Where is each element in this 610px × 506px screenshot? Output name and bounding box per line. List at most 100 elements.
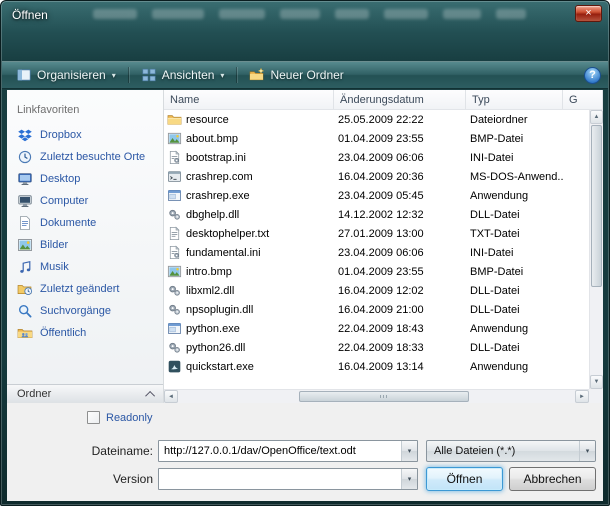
toolbar-neuer-ordner-button[interactable]: Neuer Ordner <box>242 64 350 86</box>
searches-icon <box>17 303 33 319</box>
column-header-name[interactable]: Name <box>164 90 334 109</box>
sidebar-item-zuletzt-geandert[interactable]: Zuletzt geändert <box>7 278 163 300</box>
file-row-resource[interactable]: resource25.05.2009 22:22Dateiordner <box>164 110 589 129</box>
file-row-desktophelper-txt[interactable]: desktophelper.txt27.01.2009 13:00TXT-Dat… <box>164 224 589 243</box>
dos-icon <box>167 169 182 184</box>
file-row-dbghelp-dll[interactable]: dbghelp.dll14.12.2002 12:32DLL-Datei <box>164 205 589 224</box>
file-row-crashrep-exe[interactable]: crashrep.exe23.04.2009 05:45Anwendung <box>164 186 589 205</box>
image-icon <box>167 131 182 146</box>
scroll-up-button[interactable]: ▲ <box>590 110 603 124</box>
aero-glass-reflections <box>93 9 526 19</box>
toolbar-items: Organisieren▾ Ansichten▾ Neuer Ordner <box>9 64 351 86</box>
open-file-dialog: Öffnen × ← → « OpenOffice.org 3▸program▸… <box>0 0 610 506</box>
close-button[interactable]: × <box>575 5 602 22</box>
sidebar-item-dokumente[interactable]: Dokumente <box>7 212 163 234</box>
chevron-up-icon <box>145 390 155 400</box>
app-icon <box>167 321 182 336</box>
toolbar-ansichten-button[interactable]: Ansichten▾ <box>134 64 232 86</box>
dll-icon <box>167 207 182 222</box>
scroll-up-icon: ▲ <box>594 114 600 120</box>
file-row-python26-dll[interactable]: python26.dll22.04.2009 18:33DLL-Datei <box>164 338 589 357</box>
readonly-checkbox[interactable] <box>87 411 100 424</box>
horizontal-scrollbar-thumb[interactable] <box>299 391 469 402</box>
scrollbar-corner <box>589 389 603 403</box>
file-row-intro-bmp[interactable]: intro.bmp01.04.2009 23:55BMP-Datei <box>164 262 589 281</box>
scroll-down-button[interactable]: ▼ <box>590 375 603 389</box>
cancel-button[interactable]: Abbrechen <box>509 467 596 491</box>
sidebar-item-dropbox[interactable]: Dropbox <box>7 124 163 146</box>
scroll-left-button[interactable]: ◄ <box>164 390 178 403</box>
filetype-value: Alle Dateien (*.*) <box>427 441 579 461</box>
toolbar-separator <box>236 67 237 83</box>
scroll-down-icon: ▼ <box>594 379 600 385</box>
sidebar-item-offentlich[interactable]: Öffentlich <box>7 322 163 344</box>
window-title: Öffnen <box>12 8 48 22</box>
filename-combobox[interactable]: ▾ <box>158 440 418 462</box>
pictures-icon <box>17 237 33 253</box>
ini-icon <box>167 245 182 260</box>
dialog-footer: Readonly Dateiname: ▾ Alle Dateien (*.*)… <box>7 403 603 501</box>
computer-icon <box>17 193 33 209</box>
version-combobox[interactable]: ▾ <box>158 468 418 490</box>
toolbar-organisieren-button[interactable]: Organisieren▾ <box>9 64 123 86</box>
views-icon <box>141 67 157 83</box>
sidebar-item-suchvorgange[interactable]: Suchvorgänge <box>7 300 163 322</box>
file-row-npsoplugin-dll[interactable]: npsoplugin.dll16.04.2009 21:00DLL-Datei <box>164 300 589 319</box>
chevron-down-icon: ▾ <box>220 71 224 80</box>
titlebar[interactable]: Öffnen × <box>1 1 609 31</box>
column-header-g[interactable]: G <box>563 90 603 109</box>
dll-icon <box>167 302 182 317</box>
close-icon: × <box>585 7 591 19</box>
vertical-scrollbar[interactable]: ▲ ▼ <box>589 110 603 389</box>
file-row-bootstrap-ini[interactable]: bootstrap.ini23.04.2009 06:06INI-Datei <box>164 148 589 167</box>
readonly-option: Readonly <box>87 411 152 424</box>
image-icon <box>167 264 182 279</box>
documents-icon <box>17 215 33 231</box>
scroll-right-button[interactable]: ► <box>575 390 589 403</box>
music-icon <box>17 259 33 275</box>
column-headers: NameÄnderungsdatumTypG <box>164 90 603 110</box>
version-label: Version <box>7 472 153 486</box>
file-row-fundamental-ini[interactable]: fundamental.ini23.04.2009 06:06INI-Datei <box>164 243 589 262</box>
column-header-typ[interactable]: Typ <box>466 90 563 109</box>
filetype-dropdown-button[interactable]: ▾ <box>579 441 595 461</box>
app-icon <box>167 188 182 203</box>
chevron-down-icon: ▾ <box>408 447 412 455</box>
open-button[interactable]: Öffnen <box>426 467 503 491</box>
txt-icon <box>167 226 182 241</box>
dialog-content: Linkfavoriten DropboxZuletzt besuchte Or… <box>7 89 603 403</box>
horizontal-scrollbar[interactable]: ◄ ► <box>164 389 589 403</box>
file-row-about-bmp[interactable]: about.bmp01.04.2009 23:55BMP-Datei <box>164 129 589 148</box>
sidebar-item-musik[interactable]: Musik <box>7 256 163 278</box>
toolbar-separator <box>128 67 129 83</box>
file-row-libxml2-dll[interactable]: libxml2.dll16.04.2009 12:02DLL-Datei <box>164 281 589 300</box>
dll-icon <box>167 283 182 298</box>
file-row-crashrep-com[interactable]: crashrep.com16.04.2009 20:36MS-DOS-Anwen… <box>164 167 589 186</box>
vertical-scrollbar-thumb[interactable] <box>591 125 602 287</box>
desktop-icon <box>17 171 33 187</box>
readonly-label: Readonly <box>106 412 152 424</box>
folders-expander[interactable]: Ordner <box>7 384 163 403</box>
filename-input[interactable] <box>159 441 401 461</box>
column-header-anderungsdatum[interactable]: Änderungsdatum <box>334 90 466 109</box>
chevron-down-icon: ▾ <box>112 71 116 80</box>
sidebar-item-computer[interactable]: Computer <box>7 190 163 212</box>
filetype-dropdown[interactable]: Alle Dateien (*.*) ▾ <box>426 440 596 462</box>
new-folder-icon <box>249 67 265 83</box>
scroll-left-icon: ◄ <box>168 394 174 400</box>
sidebar-item-zuletzt-besuchte-orte[interactable]: Zuletzt besuchte Orte <box>7 146 163 168</box>
favorites-header: Linkfavoriten <box>17 104 163 116</box>
version-dropdown-button[interactable]: ▾ <box>401 469 417 489</box>
chevron-down-icon: ▾ <box>586 447 590 455</box>
file-row-quickstart-exe[interactable]: quickstart.exe16.04.2009 13:14Anwendung <box>164 357 589 376</box>
version-input[interactable] <box>159 469 401 489</box>
navigation-bar: ← → « OpenOffice.org 3▸program▸ ▾ ↻ <box>1 31 609 61</box>
file-list: resource25.05.2009 22:22Dateiordnerabout… <box>164 110 589 389</box>
sidebar-item-bilder[interactable]: Bilder <box>7 234 163 256</box>
sidebar-item-desktop[interactable]: Desktop <box>7 168 163 190</box>
file-row-python-exe[interactable]: python.exe22.04.2009 18:43Anwendung <box>164 319 589 338</box>
filename-dropdown-button[interactable]: ▾ <box>401 441 417 461</box>
chevron-down-icon: ▾ <box>408 475 412 483</box>
help-button[interactable]: ? <box>584 67 601 84</box>
command-toolbar: Organisieren▾ Ansichten▾ Neuer Ordner ? <box>2 61 608 89</box>
